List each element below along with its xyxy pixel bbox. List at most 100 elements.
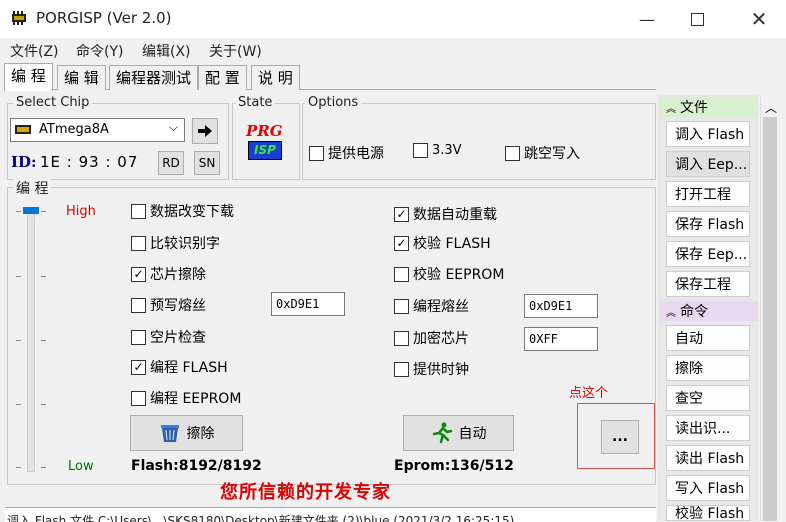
cb-label: 空片检查 [150,330,206,346]
state-label: State [235,95,276,110]
cb-label: 校验 FLASH [413,236,491,252]
high-label: High [66,204,96,219]
options-label: Options [305,95,362,110]
cb-program-fuse[interactable]: 编程熔丝 [394,296,469,316]
window-title: PORGISP (Ver 2.0) [36,9,172,27]
side-cmd-verify-flash[interactable]: 校验 Flash [666,505,750,521]
side-load-eeprom[interactable]: 调入 Eep... [666,151,750,177]
prewrite-fuse-input[interactable]: 0xD9E1 [271,292,345,316]
side-command-header[interactable]: ︽ 命令 [660,301,758,321]
side-save-eeprom[interactable]: 保存 Eep... [666,241,750,267]
lock-bits-input[interactable]: 0XFF [524,327,598,351]
auto-button[interactable]: 自动 [403,415,514,451]
cb-chip-erase[interactable]: ✓ 芯片擦除 [131,264,206,284]
cb-blank-check[interactable]: 空片检查 [131,327,206,347]
erase-button[interactable]: 擦除 [130,415,243,451]
chip-select-value: ATmega8A [39,122,109,137]
option-skip-write-checkbox[interactable]: 跳空写入 [505,143,580,163]
speed-slider-thumb[interactable] [23,207,39,214]
cb-program-flash[interactable]: ✓ 编程 FLASH [131,357,228,377]
side-file-header-label: 文件 [680,100,708,116]
low-label: Low [68,459,94,474]
app-chip-icon [12,11,26,25]
side-open-project[interactable]: 打开工程 [666,181,750,207]
cb-label: 编程 EEPROM [150,391,242,407]
status-bar: 调入 Flash 文件 C:\Users\...\SKS8180\Desktop… [5,507,656,522]
side-load-flash[interactable]: 调入 Flash [666,121,750,147]
scroll-up-icon[interactable]: ︿ [765,99,777,116]
cb-label: 芯片擦除 [150,267,206,283]
checkbox-box [131,297,146,313]
prg-indicator: PRG [246,122,283,140]
select-chip-label: Select Chip [13,95,93,110]
cb-verify-flash[interactable]: ✓ 校验 FLASH [394,233,491,253]
slogan-text: 您所信赖的开发专家 [220,482,391,503]
side-cmd-write-flash[interactable]: 写入 Flash [666,475,750,501]
tab-edit[interactable]: 编 辑 [57,65,106,90]
side-file-header[interactable]: ︽ 文件 [660,97,758,117]
checkbox-box: ✓ [131,359,146,375]
cb-label: 校验 EEPROM [413,267,505,283]
cb-compare-signature[interactable]: 比较识别字 [131,233,220,253]
side-save-project[interactable]: 保存工程 [666,271,750,297]
menu-edit[interactable]: 编辑(X) [142,41,191,61]
cb-label: 预写熔丝 [150,298,206,314]
minimize-button[interactable]: — [624,0,670,38]
side-cmd-read-flash[interactable]: 读出 Flash [666,445,750,471]
cb-auto-reload[interactable]: ✓ 数据自动重载 [394,204,497,224]
side-command-header-label: 命令 [680,304,708,320]
close-button[interactable]: ✕ [736,0,782,38]
checkbox-box [131,203,146,219]
cb-program-eeprom[interactable]: 编程 EEPROM [131,388,241,408]
checkbox-box [394,266,409,282]
checkbox-box [309,145,324,161]
flash-usage: Flash:8192/8192 [131,458,262,474]
tab-programmer-test[interactable]: 编程器测试 [109,65,199,90]
cb-label: 提供时钟 [413,362,469,378]
menu-file[interactable]: 文件(Z) [10,41,59,61]
checkbox-box [394,298,409,314]
menu-command[interactable]: 命令(Y) [76,41,123,61]
side-scrollbar[interactable]: ︿ [760,95,780,521]
option-3v3-checkbox[interactable]: 3.3V [413,143,462,158]
checkbox-box [131,235,146,251]
trash-can-icon [160,425,179,442]
chip-icon [15,125,31,134]
chip-id-value: 1E : 93 : 07 [40,153,139,171]
rd-button[interactable]: RD [158,151,184,175]
cb-verify-eeprom[interactable]: 校验 EEPROM [394,264,504,284]
cb-prewrite-fuse[interactable]: 预写熔丝 [131,295,206,315]
scrollbar-thumb[interactable] [763,117,777,521]
maximize-button[interactable] [674,0,720,38]
checkbox-box [394,330,409,346]
cb-lock-chip[interactable]: 加密芯片 [394,328,469,348]
tab-program[interactable]: 编 程 [4,63,53,91]
sn-button[interactable]: SN [194,151,220,175]
chip-select[interactable]: ATmega8A ⌵ [10,118,185,142]
id-label: ID: [11,153,37,171]
auto-button-label: 自动 [458,426,487,442]
cb-data-change-download[interactable]: 数据改变下载 [131,201,234,221]
option-3v3-label: 3.3V [432,143,462,158]
side-save-flash[interactable]: 保存 Flash [666,211,750,237]
annotation-text: 点这个 [569,386,609,401]
speed-slider-track [27,210,35,472]
side-cmd-read-signature[interactable]: 读出识... [666,415,750,441]
cb-label: 加密芯片 [413,331,469,347]
chevron-up-icon: ︽ [666,307,676,319]
program-group-label: 编 程 [13,178,52,198]
cb-label: 比较识别字 [150,236,220,252]
side-cmd-blank-check[interactable]: 查空 [666,385,750,411]
side-cmd-auto[interactable]: 自动 [666,325,750,351]
option-power-checkbox[interactable]: 提供电源 [309,143,384,163]
more-options-button[interactable]: ... [601,420,639,454]
side-cmd-erase[interactable]: 擦除 [666,355,750,381]
tab-help[interactable]: 说 明 [251,65,300,90]
menu-about[interactable]: 关于(W) [209,41,262,61]
go-button[interactable] [192,118,218,144]
fuse-input[interactable]: 0xD9E1 [524,294,598,318]
tab-config[interactable]: 配 置 [198,65,247,90]
checkbox-box: ✓ [394,206,409,222]
erase-button-label: 擦除 [186,426,215,442]
cb-provide-clock[interactable]: 提供时钟 [394,359,469,379]
